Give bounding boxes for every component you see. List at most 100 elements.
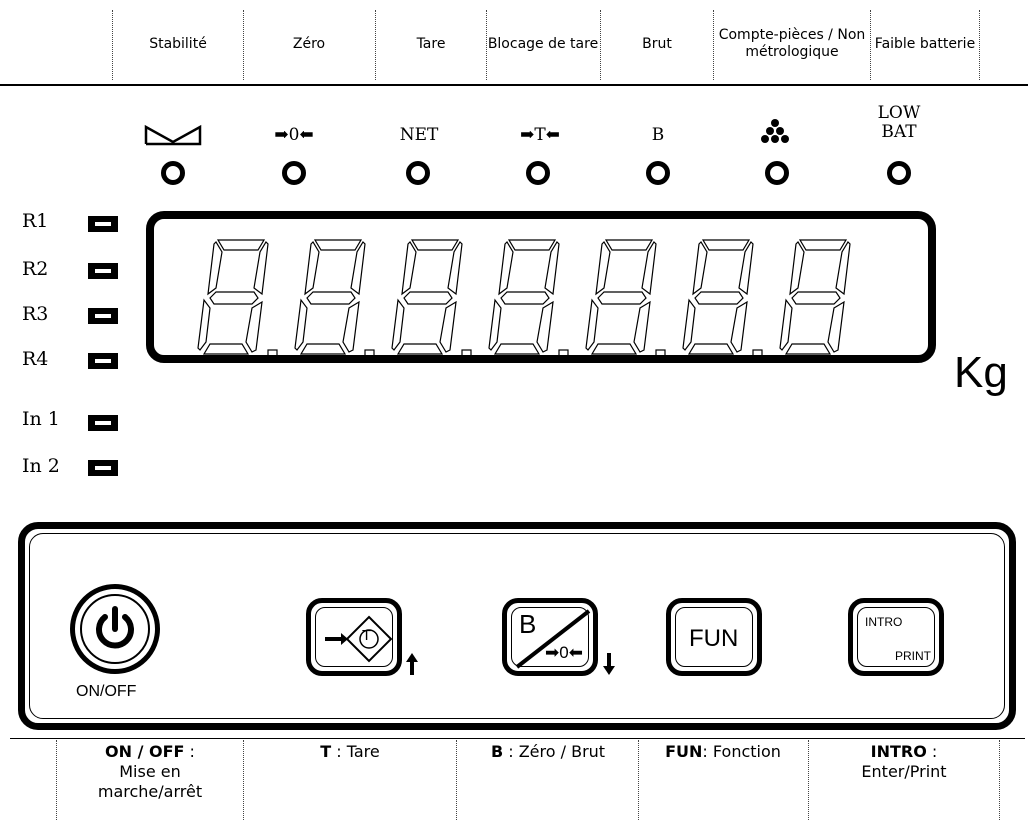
legend-separator xyxy=(56,740,57,820)
fun-button[interactable]: FUN xyxy=(666,598,762,676)
net-led xyxy=(406,161,430,185)
legend-tare-key: T : Tare xyxy=(246,742,454,762)
r3-led xyxy=(88,308,118,324)
digit-segment xyxy=(730,300,748,353)
digit-segment xyxy=(488,298,502,351)
arrow-up-icon xyxy=(406,653,418,675)
legend-tare-desc: Tare xyxy=(346,742,380,761)
low-bat-indicator-symbol: LOW BAT xyxy=(859,104,939,142)
net-indicator-symbol: NET xyxy=(399,125,439,145)
legend-on-off-key: ON / OFF xyxy=(105,742,185,761)
digit-segment xyxy=(439,300,457,353)
unit-label: Kg xyxy=(954,348,1008,397)
decimal-point xyxy=(655,349,666,360)
legend-on-off-desc: Mise en marche/arrêt xyxy=(97,762,203,801)
digit-segment xyxy=(410,239,460,251)
digit-segment xyxy=(791,291,841,305)
tare-key-letter: T xyxy=(362,627,372,644)
r2-label: R2 xyxy=(22,258,49,280)
digit-segment xyxy=(342,300,360,353)
r1-label: R1 xyxy=(22,210,49,232)
decimal-point xyxy=(364,349,375,360)
zero-brut-icon xyxy=(515,609,591,669)
legend-stabilite: Stabilité xyxy=(149,35,207,52)
on-off-label: ON/OFF xyxy=(76,683,137,700)
legend-tare: Tare xyxy=(416,35,446,52)
zero-key-sub: ➡0⬅ xyxy=(545,643,583,662)
intro-print-button[interactable]: INTRO PRINT xyxy=(848,598,944,676)
stability-led xyxy=(161,161,185,185)
in2-led xyxy=(88,460,118,476)
seven-segment-digit xyxy=(488,239,569,360)
on-off-button[interactable] xyxy=(70,584,160,674)
low-bat-led xyxy=(887,161,911,185)
digit-segment xyxy=(507,239,557,251)
legend-fun-key: FUN xyxy=(665,742,703,761)
print-key-label: PRINT xyxy=(895,649,931,663)
indicator-legend: Stabilité Zéro Tare Blocage de tare Brut… xyxy=(0,0,1028,84)
zero-brut-button[interactable]: B ➡0⬅ xyxy=(502,598,598,676)
digit-segment xyxy=(687,343,735,355)
legend-separator xyxy=(243,740,244,820)
digit-segment xyxy=(585,298,599,351)
legend-zero-brut-desc: Zéro / Brut xyxy=(518,742,606,761)
tare-icon xyxy=(325,615,393,663)
seven-segment-digit xyxy=(585,239,666,360)
seven-segment-digit xyxy=(779,239,851,355)
legend-zero-brut: B : Zéro / Brut xyxy=(458,742,638,762)
legend-brut: Brut xyxy=(642,35,672,52)
digit-segment xyxy=(207,241,223,296)
digit-segment xyxy=(294,298,308,351)
brut-indicator-symbol: B xyxy=(651,125,665,145)
low-label: LOW xyxy=(877,103,921,123)
legend-sep: : xyxy=(503,742,519,761)
legend-tare-key-letter: T xyxy=(320,742,332,761)
piece-count-led xyxy=(765,161,789,185)
legend-sep: : xyxy=(331,742,347,761)
intro-key-label: INTRO xyxy=(865,615,903,629)
digit-segment xyxy=(779,298,793,351)
seven-segment-digit xyxy=(197,239,278,360)
legend-b-key: B xyxy=(490,742,504,761)
tare-button[interactable]: T xyxy=(306,598,402,676)
digit-segment xyxy=(500,291,550,305)
zero-led xyxy=(282,161,306,185)
decimal-point xyxy=(558,349,569,360)
digit-segment xyxy=(595,241,611,296)
legend-separator xyxy=(979,10,980,80)
brut-led xyxy=(646,161,670,185)
fun-key-label: FUN xyxy=(689,625,739,652)
digit-segment xyxy=(604,239,654,251)
digit-segment xyxy=(216,239,266,251)
digit-segment xyxy=(304,241,320,296)
legend-blocage-tare: Blocage de tare xyxy=(487,35,599,52)
digit-segment xyxy=(493,343,541,355)
digit-segment xyxy=(313,239,363,251)
digit-segment xyxy=(396,343,444,355)
r3-label: R3 xyxy=(22,303,49,325)
legend-sep: : xyxy=(702,742,713,761)
digit-segment xyxy=(692,241,708,296)
legend-sep: : xyxy=(926,742,938,761)
decimal-point xyxy=(461,349,472,360)
arrow-down-icon xyxy=(603,653,615,675)
digit-segment xyxy=(401,241,417,296)
legend-intro-key: INTRO xyxy=(870,742,927,761)
digit-segment xyxy=(590,343,638,355)
zero-indicator-symbol: ➡0⬅ xyxy=(274,125,314,145)
legend-separator xyxy=(456,740,457,820)
seven-segment-digit xyxy=(682,239,763,360)
in1-led xyxy=(88,415,118,431)
digit-segment xyxy=(209,291,259,305)
decimal-point xyxy=(267,349,278,360)
in2-label: In 2 xyxy=(22,455,60,477)
legend-intro: INTRO : Enter/Print xyxy=(810,742,998,782)
digit-segment xyxy=(299,343,347,355)
digit-segment xyxy=(694,291,744,305)
legend-separator xyxy=(999,740,1000,820)
legend-sep: : xyxy=(184,742,195,761)
panel-top-border xyxy=(0,84,1028,86)
digit-segment xyxy=(682,298,696,351)
digit-segment xyxy=(633,300,651,353)
digit-segment xyxy=(245,300,263,353)
